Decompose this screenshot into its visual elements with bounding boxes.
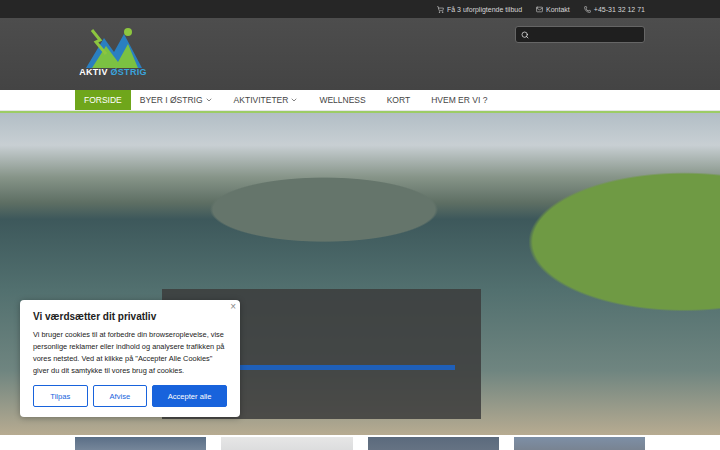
close-button[interactable]: × <box>230 301 236 312</box>
nav-item[interactable]: HVEM ER VI ? <box>422 90 496 110</box>
thumbnails <box>75 437 645 450</box>
top-link[interactable]: +45-31 32 12 71 <box>584 6 645 13</box>
cookie-text: Vi bruger cookies til at forbedre din br… <box>33 329 227 377</box>
logo[interactable]: AKTIV ØSTRIG <box>75 24 151 77</box>
chevron-down-icon <box>290 96 298 104</box>
page: Få 3 uforpligtende tilbud Kontakt +45-31 3… <box>0 0 720 450</box>
nav-bar: FORSIDEBYER I ØSTRIGAKTIVITETERWELLNESSK… <box>0 90 720 111</box>
search-icon[interactable] <box>521 31 529 39</box>
thumbnail-photo[interactable] <box>75 437 206 450</box>
mountain-logo-icon <box>78 24 148 70</box>
nav-item[interactable]: KORT <box>378 90 419 110</box>
top-link[interactable]: Kontakt <box>536 6 570 13</box>
search-input[interactable] <box>533 30 639 39</box>
nav-item[interactable]: AKTIVITETER <box>225 90 308 110</box>
cookie-buttons: TilpasAfviseAccepter alle <box>33 385 227 407</box>
top-link-icon <box>584 6 591 13</box>
logo-text: AKTIV ØSTRIG <box>79 67 147 77</box>
top-link-icon <box>437 6 444 13</box>
top-bar: Få 3 uforpligtende tilbud Kontakt +45-31 3… <box>0 0 720 18</box>
thumbnail-photo[interactable] <box>368 437 499 450</box>
caption-bar <box>240 365 455 370</box>
header: AKTIV ØSTRIG <box>0 18 720 90</box>
thumbnail-photo[interactable] <box>221 437 352 450</box>
chevron-down-icon <box>205 96 213 104</box>
top-link[interactable]: Få 3 uforpligtende tilbud <box>437 6 522 13</box>
nav-item[interactable]: BYER I ØSTRIG <box>131 90 222 110</box>
search-box <box>515 26 645 43</box>
header-inner: AKTIV ØSTRIG <box>75 18 645 90</box>
top-link-icon <box>536 6 543 13</box>
cookie-button[interactable]: Tilpas <box>33 385 88 407</box>
top-links: Få 3 uforpligtende tilbud Kontakt +45-31 3… <box>75 6 645 13</box>
cookie-title: Vi værdsætter dit privatliv <box>33 311 227 322</box>
nav-item[interactable]: FORSIDE <box>75 90 131 110</box>
nav-items: FORSIDEBYER I ØSTRIGAKTIVITETERWELLNESSK… <box>75 90 645 110</box>
cookie-button[interactable]: Afvise <box>93 385 148 407</box>
nav-item[interactable]: WELLNESS <box>310 90 374 110</box>
cookie-button[interactable]: Accepter alle <box>152 385 227 407</box>
thumbnail-photo[interactable] <box>514 437 645 450</box>
cookie-dialog: ×Vi værdsætter dit privatliv Vi bruger co… <box>20 300 240 417</box>
